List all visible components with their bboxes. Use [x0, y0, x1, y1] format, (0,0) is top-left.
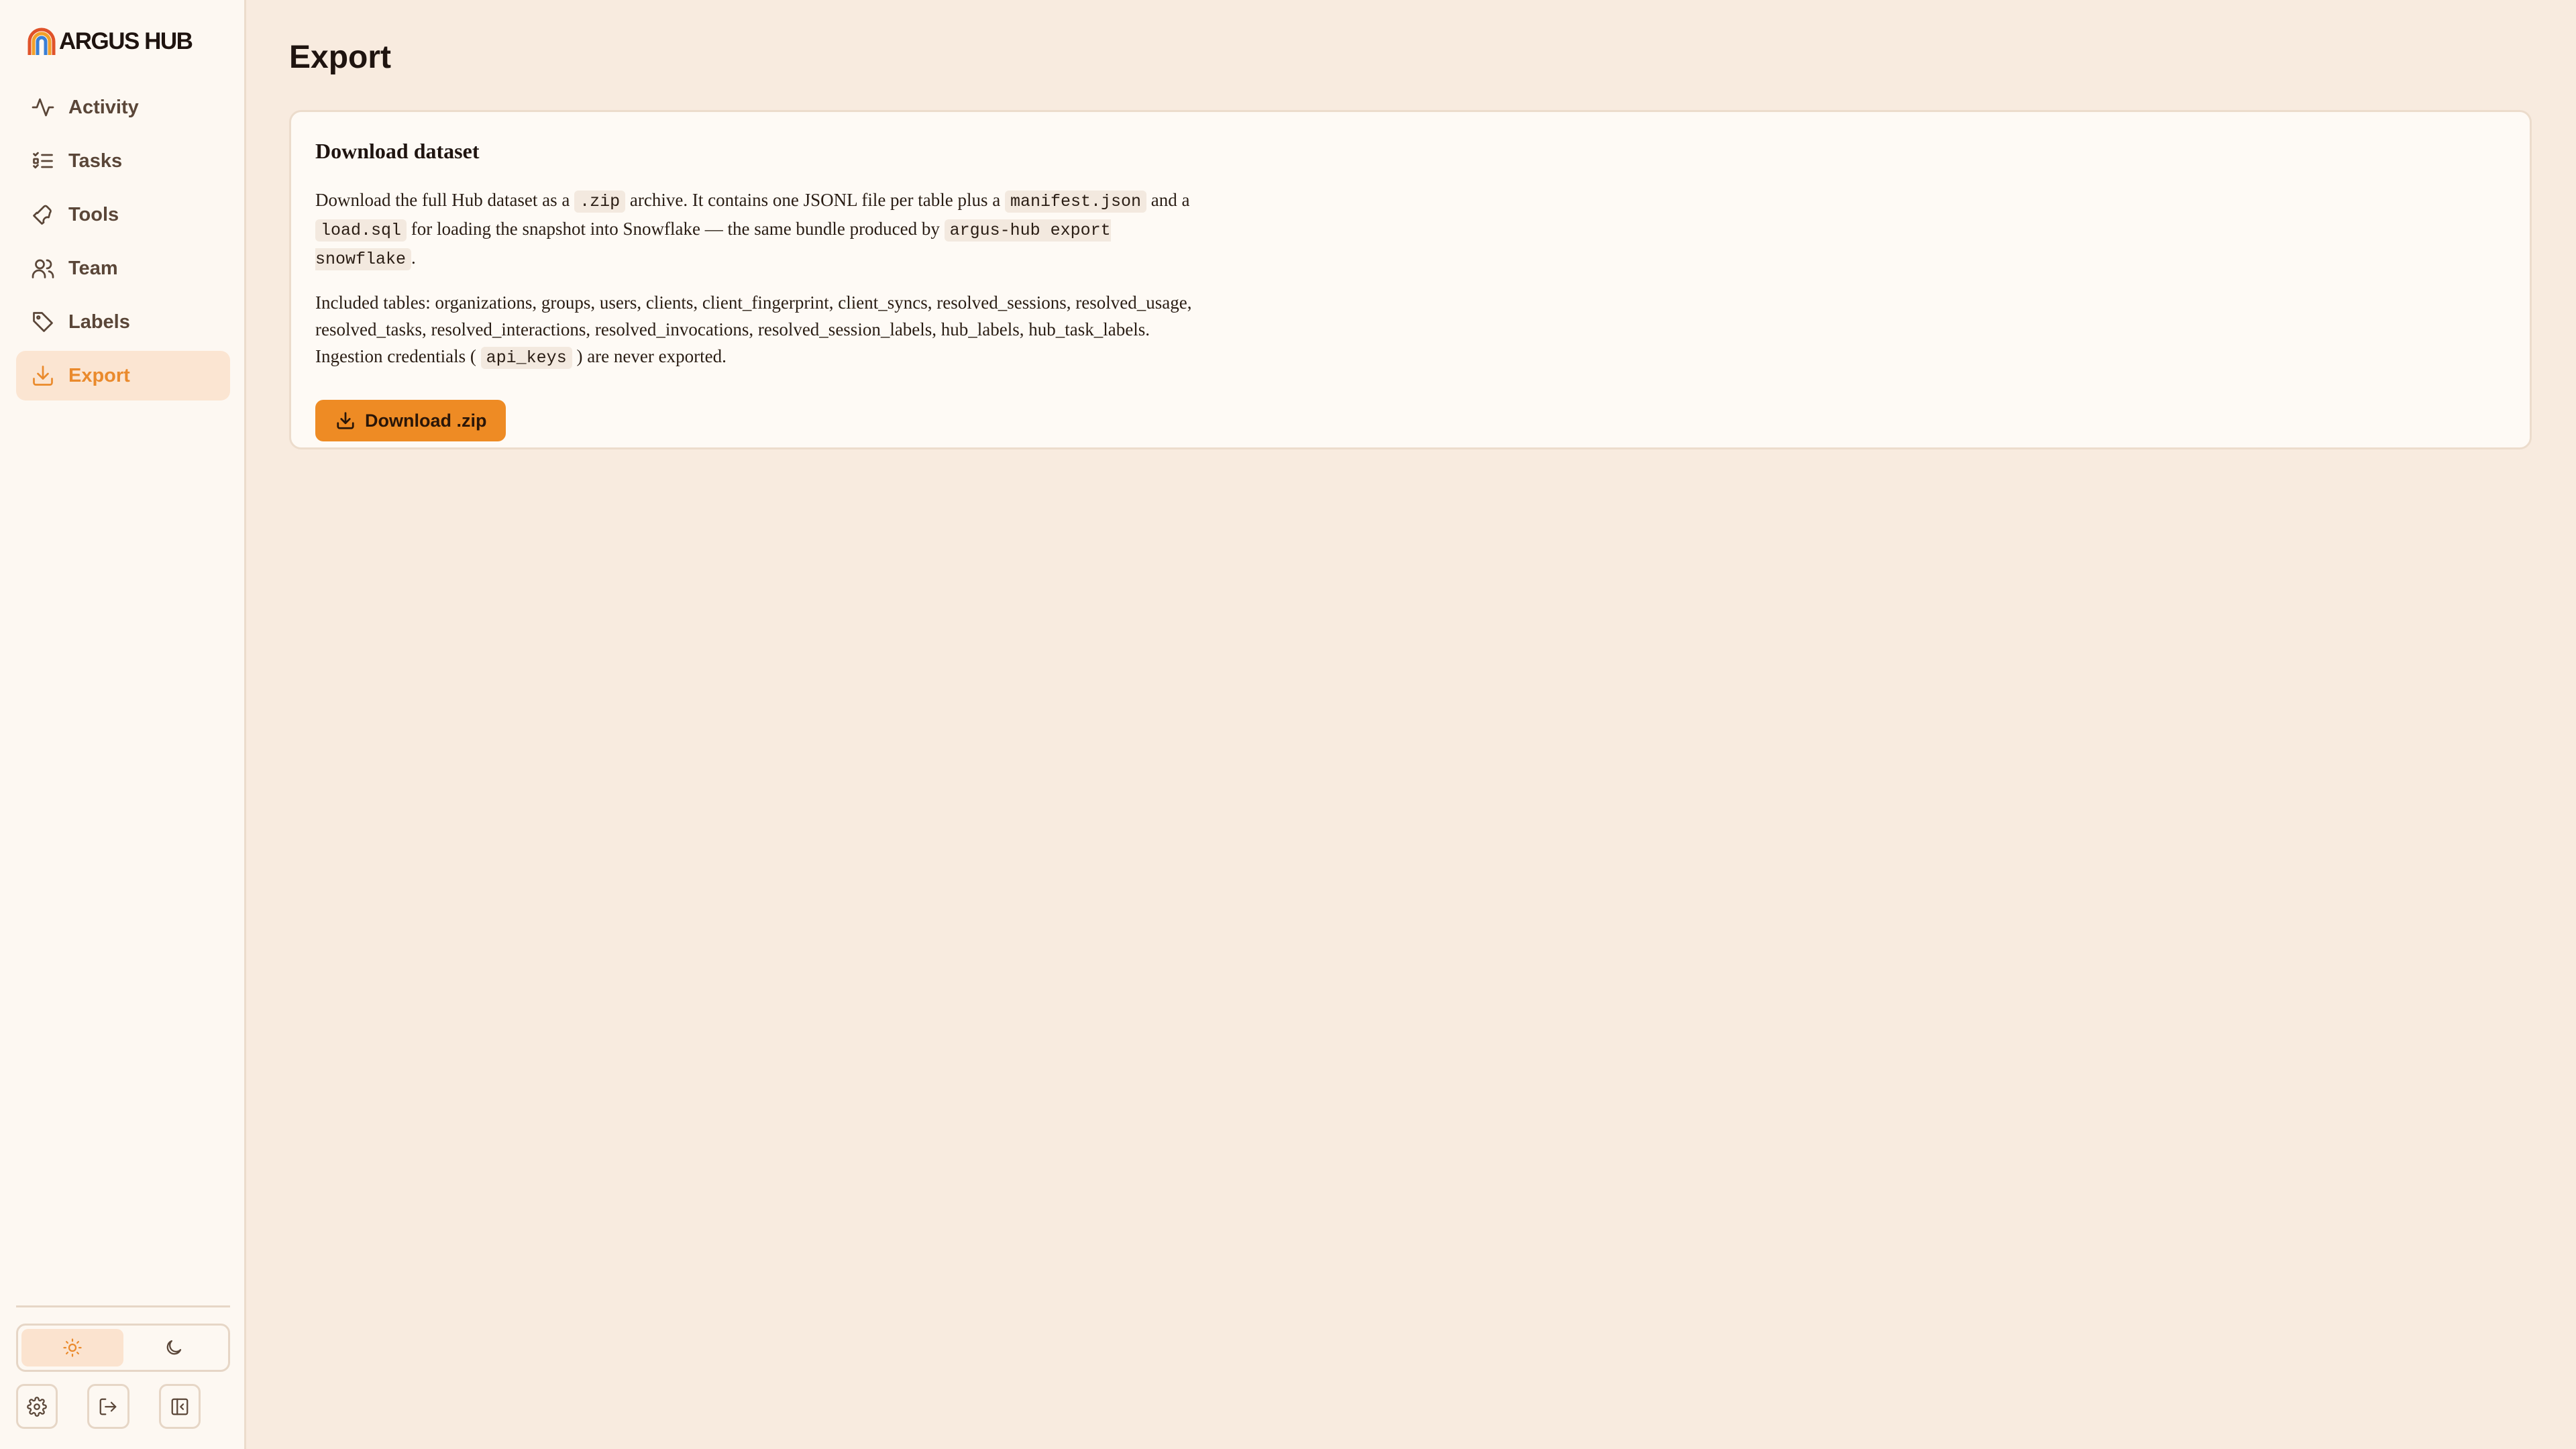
sidebar-item-activity[interactable]: Activity	[16, 83, 230, 132]
sidebar-item-tasks[interactable]: Tasks	[16, 136, 230, 186]
sidebar-item-tools[interactable]: Tools	[16, 190, 230, 239]
wrench-icon	[30, 201, 56, 228]
text-segment: for loading the snapshot into Snowflake …	[407, 219, 945, 239]
sidebar-item-export[interactable]: Export	[16, 351, 230, 400]
download-icon	[30, 362, 56, 389]
sidebar-item-label: Labels	[68, 311, 130, 333]
tasks-icon	[30, 148, 56, 174]
divider	[16, 1305, 230, 1307]
light-theme-button[interactable]	[21, 1329, 123, 1366]
sidebar-item-label: Export	[68, 364, 130, 386]
page-title: Export	[289, 40, 392, 75]
main-content: Export Download dataset Download the ful…	[246, 0, 2576, 1449]
download-button-label: Download .zip	[365, 410, 487, 431]
sidebar-item-label: Activity	[68, 96, 139, 118]
moon-icon	[167, 1340, 182, 1355]
tag-icon	[30, 309, 56, 335]
download-dataset-card: Download dataset Download the full Hub d…	[289, 110, 2532, 449]
sidebar-nav: Activity Tasks Tools Team Labels Export	[16, 83, 230, 405]
sidebar-item-labels[interactable]: Labels	[16, 297, 230, 347]
sidebar-item-label: Tools	[68, 203, 119, 225]
download-icon	[337, 412, 354, 429]
card-title: Download dataset	[315, 139, 480, 163]
rainbow-arch-logo-icon	[28, 28, 56, 55]
sidebar-actions	[16, 1384, 230, 1429]
sun-icon	[63, 1338, 82, 1357]
code-zip: .zip	[574, 191, 626, 213]
gear-icon	[27, 1396, 47, 1417]
text-segment: Included tables: organizations, groups, …	[315, 292, 1192, 366]
included-tables-paragraph: Included tables: organizations, groups, …	[315, 289, 1214, 372]
logout-button[interactable]	[87, 1384, 129, 1429]
activity-icon	[30, 94, 56, 121]
sidebar-item-label: Tasks	[68, 150, 123, 172]
logout-icon	[100, 1398, 117, 1415]
text-segment: .	[411, 248, 416, 268]
sidebar: ARGUS HUB Activity Tasks Tools Team Labe…	[0, 0, 246, 1449]
text-segment: ) are never exported.	[572, 346, 727, 366]
settings-button[interactable]	[16, 1384, 58, 1429]
text-segment: Download the full Hub dataset as a	[315, 190, 575, 210]
brand[interactable]: ARGUS HUB	[25, 24, 193, 59]
theme-toggle	[16, 1324, 230, 1372]
code-api-keys: api_keys	[480, 347, 572, 369]
team-icon	[30, 255, 56, 282]
code-load-sql: load.sql	[315, 219, 407, 241]
text-segment: archive. It contains one JSONL file per …	[625, 190, 1005, 210]
description-paragraph: Download the full Hub dataset as a .zip …	[315, 186, 1214, 273]
dark-theme-button[interactable]	[123, 1329, 225, 1366]
code-manifest: manifest.json	[1005, 191, 1147, 213]
sidebar-footer	[16, 1305, 230, 1429]
sidebar-item-team[interactable]: Team	[16, 244, 230, 293]
sidebar-item-label: Team	[68, 257, 118, 279]
download-zip-button[interactable]: Download .zip	[315, 400, 506, 441]
collapse-sidebar-button[interactable]	[158, 1384, 201, 1429]
brand-name: ARGUS HUB	[59, 28, 193, 54]
collapse-sidebar-icon	[171, 1398, 189, 1415]
text-segment: and a	[1146, 190, 1190, 210]
app-root: ARGUS HUB Activity Tasks Tools Team Labe…	[0, 0, 2576, 1449]
